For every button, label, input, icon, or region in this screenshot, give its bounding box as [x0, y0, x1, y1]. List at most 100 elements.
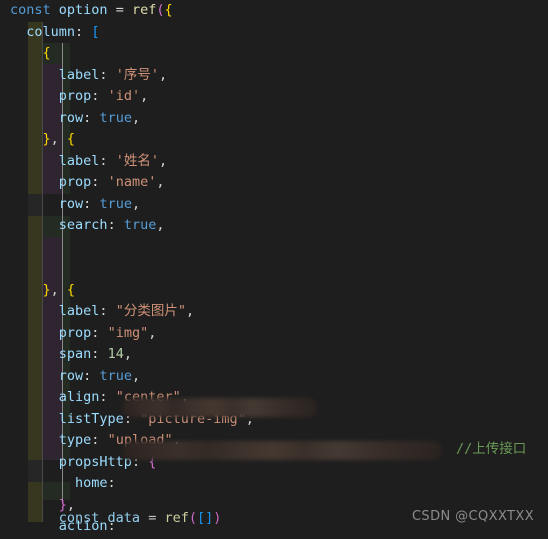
code-token: :	[83, 195, 100, 212]
code-token: :	[99, 152, 116, 169]
code-token: column	[26, 23, 76, 40]
code-token: prop	[58, 88, 92, 104]
code-line[interactable]: prop: 'name',	[0, 172, 548, 194]
code-line[interactable]: }, {	[0, 129, 548, 151]
code-token: const	[10, 2, 51, 18]
code-token: :	[131, 453, 149, 470]
code-line[interactable]: label: "分类图片",	[0, 301, 548, 323]
code-line[interactable]: }, {	[0, 280, 548, 302]
code-token: '序号'	[115, 66, 159, 83]
code-line[interactable]: row: true,	[0, 366, 548, 388]
code-token: true	[99, 109, 132, 126]
code-token: ,	[172, 432, 181, 448]
code-token: ,	[156, 217, 165, 233]
code-token: 'id'	[107, 88, 141, 104]
code-line[interactable]: listType: "picture-img",	[0, 409, 548, 431]
code-token: ,	[245, 410, 254, 427]
code-token: }	[42, 131, 51, 147]
code-token: :	[99, 389, 116, 405]
code-token: "center"	[115, 389, 181, 405]
code-line[interactable]: row: true,	[0, 194, 548, 216]
code-token: ,	[185, 303, 195, 319]
code-token: option	[58, 2, 108, 18]
code-token: label	[58, 152, 100, 169]
code-token: "分类图片"	[115, 303, 186, 319]
code-token: 'name'	[107, 174, 157, 190]
code-token: "upload"	[107, 432, 173, 448]
code-token: ,	[50, 131, 67, 147]
code-line[interactable]: column: [	[0, 22, 548, 44]
code-token: :	[91, 432, 108, 448]
code-token: ,	[131, 195, 141, 212]
code-line[interactable]: align: "center",	[0, 387, 548, 409]
code-line[interactable]: search: true,	[0, 215, 548, 237]
code-token: :	[99, 66, 116, 83]
code-token: label	[58, 303, 100, 319]
code-line[interactable]: const option = ref({	[0, 0, 548, 22]
code-line[interactable]: label: '姓名',	[0, 151, 548, 173]
code-token: listType	[58, 410, 124, 427]
code-token: =	[115, 2, 124, 18]
code-token: }	[42, 281, 51, 298]
clipped-bottom-line: const data = ref([])	[42, 510, 222, 526]
code-token: prop	[58, 324, 92, 341]
code-token: propsHttp	[58, 453, 132, 470]
code-token: {	[164, 2, 173, 18]
code-editor-surface[interactable]: const option = ref({ column: [ { label: …	[0, 0, 548, 539]
code-token: ,	[131, 367, 141, 384]
code-token: ,	[131, 109, 141, 126]
code-token: ,	[180, 389, 189, 405]
code-token: ,	[158, 66, 168, 83]
code-token: :	[91, 174, 108, 190]
code-token: row	[58, 367, 84, 384]
code-token: true	[99, 367, 132, 384]
code-line[interactable]: prop: "img",	[0, 323, 548, 345]
code-token: "picture-img"	[140, 410, 246, 427]
code-token: ,	[140, 88, 149, 104]
code-token: :	[91, 346, 108, 362]
code-token: ,	[156, 174, 165, 190]
code-token: 14	[107, 346, 124, 362]
code-token: prop	[58, 174, 92, 190]
code-token: :	[83, 109, 100, 126]
code-token: :	[107, 217, 124, 233]
code-token: true	[123, 217, 157, 233]
code-token: {	[148, 453, 157, 470]
code-token: span	[58, 346, 92, 362]
code-token: ref	[131, 2, 157, 18]
code-line[interactable]: {	[0, 43, 548, 65]
upload-api-comment: //上传接口	[456, 441, 527, 457]
code-token: type	[58, 432, 92, 448]
code-token: ,	[158, 152, 168, 169]
code-token: align	[58, 389, 100, 405]
code-line[interactable]	[0, 258, 548, 280]
csdn-watermark: CSDN @CQXXTXX	[411, 508, 534, 524]
code-token: ,	[148, 324, 157, 341]
code-token: ,	[50, 281, 67, 298]
code-token: '姓名'	[115, 152, 159, 169]
code-token: search	[58, 217, 108, 233]
code-token: :	[91, 324, 108, 341]
code-line[interactable]: prop: 'id',	[0, 86, 548, 108]
code-line[interactable]: label: '序号',	[0, 65, 548, 87]
code-line[interactable]: span: 14,	[0, 344, 548, 366]
code-line[interactable]	[0, 237, 548, 259]
code-line[interactable]: row: true,	[0, 108, 548, 130]
